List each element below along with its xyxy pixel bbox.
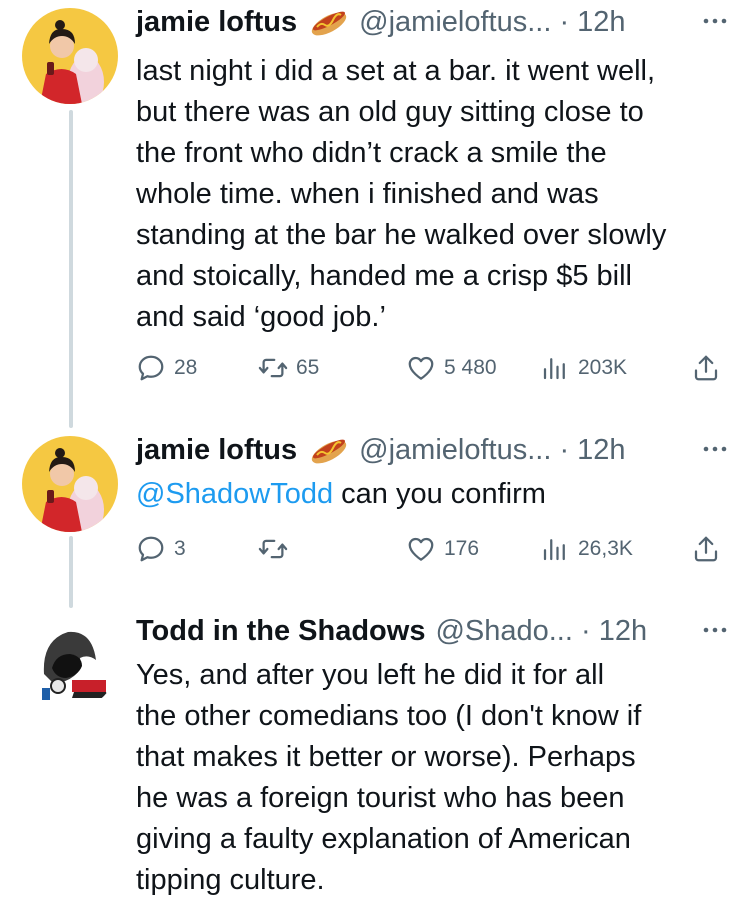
hotdog-emoji-icon: [309, 7, 349, 37]
tweet-header: jamie loftus @jamieloftus... · 12h: [136, 430, 730, 470]
more-options-icon[interactable]: [700, 615, 730, 645]
retweet-icon: [258, 358, 288, 378]
text-line: last night i did a set at a bar. it went…: [136, 55, 656, 87]
mention-link[interactable]: @ShadowTodd: [136, 478, 333, 510]
text-line: the front who didn’t crack a smile the: [136, 137, 607, 169]
text-line: that makes it better or worse). Perhaps: [136, 741, 636, 773]
text-line: tipping culture.: [136, 864, 325, 896]
handle-and-time[interactable]: @jamieloftus... · 12h: [359, 434, 625, 467]
more-options-icon[interactable]: [700, 434, 730, 464]
text-line: whole time. when i finished and was: [136, 178, 599, 210]
reply-count: 3: [174, 537, 186, 560]
retweet-button[interactable]: [258, 532, 296, 566]
share-button[interactable]: [691, 532, 729, 566]
view-count: 203K: [578, 356, 628, 379]
retweet-count: 65: [296, 356, 320, 379]
tweet-text: Yes, and after you left he did it for al…: [136, 655, 731, 901]
reply-button[interactable]: 28: [136, 351, 197, 385]
thread-line: [69, 110, 73, 428]
analytics-icon: [543, 358, 565, 380]
text-line: giving a faulty explanation of American: [136, 823, 631, 855]
handle-and-time[interactable]: @jamieloftus... · 12h: [359, 6, 625, 39]
like-count: 5 480: [444, 356, 497, 379]
like-button[interactable]: 5 480: [406, 351, 497, 385]
like-count: 176: [444, 537, 480, 560]
avatar[interactable]: [22, 436, 118, 532]
display-name[interactable]: jamie loftus: [136, 434, 297, 467]
share-icon: [694, 355, 718, 381]
retweet-icon: [258, 539, 288, 559]
text-line: Yes, and after you left he did it for al…: [136, 659, 605, 691]
text-line: he was a foreign tourist who has been: [136, 782, 625, 814]
tweet-text: @ShadowTodd can you confirm: [136, 474, 731, 515]
text-line: and said ‘good job.’: [136, 301, 386, 333]
share-button[interactable]: [691, 351, 729, 385]
more-options-icon[interactable]: [700, 6, 730, 36]
avatar[interactable]: [22, 614, 118, 710]
analytics-icon: [543, 539, 565, 561]
share-icon: [694, 536, 718, 562]
retweet-button[interactable]: 65: [258, 351, 319, 385]
thread-line: [69, 536, 73, 608]
action-bar: 28 65 5 480 203K: [136, 351, 726, 385]
text-line: the other comedians too (I don't know if: [136, 700, 642, 732]
handle-and-time[interactable]: @Shado... · 12h: [435, 615, 647, 648]
reply-icon: [138, 536, 164, 562]
reply-icon: [138, 355, 164, 381]
view-count: 26,3K: [578, 537, 633, 560]
hotdog-emoji-icon: [309, 435, 349, 465]
display-name[interactable]: Todd in the Shadows: [136, 615, 425, 648]
display-name[interactable]: jamie loftus: [136, 6, 297, 39]
text-line: standing at the bar he walked over slowl…: [136, 219, 667, 251]
views-button[interactable]: 26,3K: [540, 532, 633, 566]
tweet-text-rest: can you confirm: [333, 478, 546, 510]
text-line: and stoically, handed me a crisp $5 bill: [136, 260, 632, 292]
reply-button[interactable]: 3: [136, 532, 186, 566]
tweet-header: Todd in the Shadows @Shado... · 12h: [136, 611, 730, 651]
like-button[interactable]: 176: [406, 532, 479, 566]
reply-count: 28: [174, 356, 198, 379]
heart-icon: [408, 537, 434, 561]
tweet-text: last night i did a set at a bar. it went…: [136, 51, 731, 338]
tweet-header: jamie loftus @jamieloftus... · 12h: [136, 2, 730, 42]
heart-icon: [408, 356, 434, 380]
text-line: but there was an old guy sitting close t…: [136, 96, 644, 128]
views-button[interactable]: 203K: [540, 351, 627, 385]
action-bar: 3 176 26,3K: [136, 532, 726, 566]
avatar[interactable]: [22, 8, 118, 104]
